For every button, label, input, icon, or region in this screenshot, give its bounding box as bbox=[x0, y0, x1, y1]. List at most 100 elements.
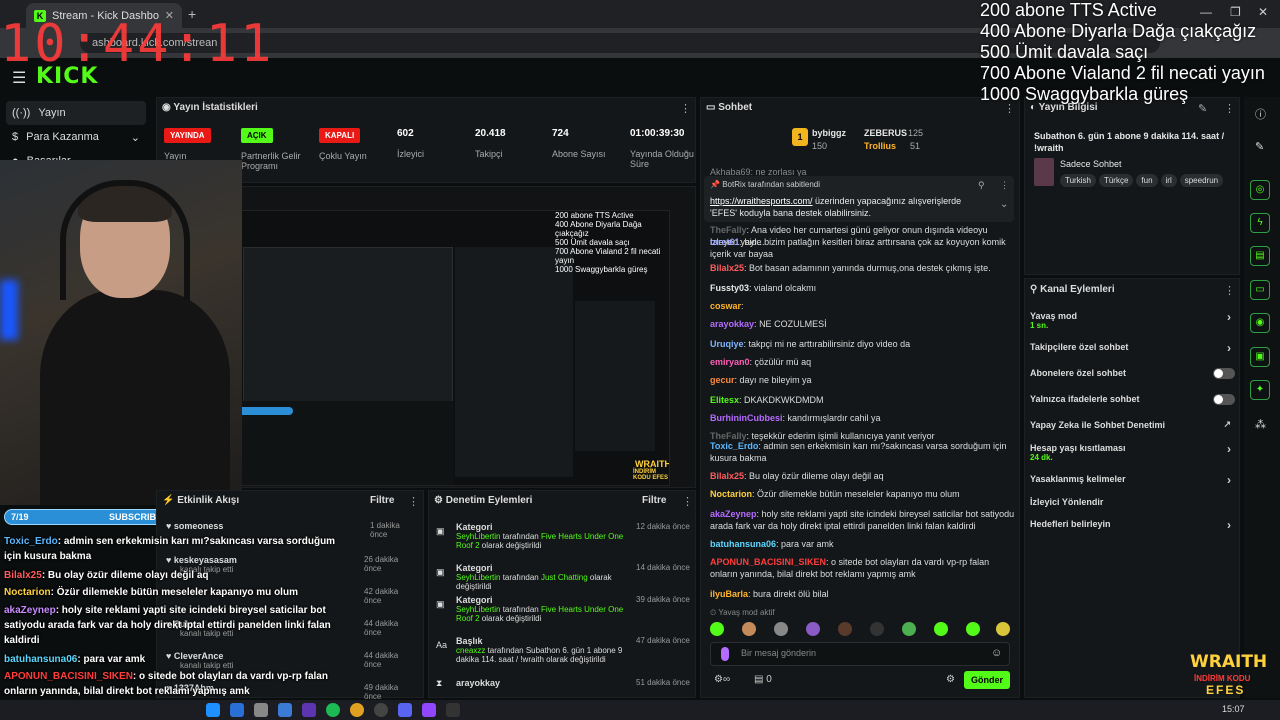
chevron-down-icon[interactable]: ⌄ bbox=[1000, 199, 1008, 210]
sidebar-item-label: Yayın bbox=[38, 107, 66, 119]
wrench-icon[interactable]: ✦ bbox=[1250, 380, 1270, 400]
chat-username[interactable]: Fussty03 bbox=[710, 283, 749, 293]
emote-icon[interactable] bbox=[838, 622, 852, 636]
chat-settings-icon[interactable]: ⚙ bbox=[946, 674, 955, 685]
category-icon: ▣ bbox=[436, 599, 445, 609]
tag[interactable]: fun bbox=[1136, 174, 1158, 187]
category-name: Sadece Sohbet bbox=[1060, 159, 1122, 169]
add-widget-icon[interactable]: ⁂ bbox=[1255, 418, 1266, 431]
window-icon[interactable]: ▣ bbox=[1250, 347, 1270, 367]
pinned-link[interactable]: https://wraithesports.com/ bbox=[710, 196, 813, 206]
emote-icon[interactable] bbox=[902, 622, 916, 636]
discord-icon[interactable] bbox=[398, 703, 412, 717]
channel-actions-title: ⚲ Kanal Eylemleri bbox=[1030, 284, 1115, 295]
action-goals[interactable]: Hedefleri belirleyin › bbox=[1030, 518, 1235, 532]
activity-menu-icon[interactable]: ⋮ bbox=[408, 495, 419, 508]
moderation-filter-button[interactable]: Filtre bbox=[642, 495, 666, 506]
emoji-icon[interactable]: ☺ bbox=[991, 647, 1002, 659]
emote-icon[interactable] bbox=[934, 622, 948, 636]
windows-start-icon[interactable] bbox=[206, 703, 220, 717]
app-icon[interactable] bbox=[278, 703, 292, 717]
pencil-icon[interactable]: ✎ bbox=[1255, 140, 1264, 153]
obs-icon[interactable] bbox=[374, 703, 388, 717]
chat-text: DKAKDKWKDMDM bbox=[744, 395, 824, 405]
action-emotes-only[interactable]: Yalnızca ifadelerle sohbet bbox=[1030, 394, 1235, 405]
spotify-icon[interactable] bbox=[326, 703, 340, 717]
preview-goal: 700 Abone Vialand 2 fil necati yayın bbox=[555, 247, 661, 265]
broadcast-icon[interactable]: ◉ bbox=[1250, 313, 1270, 333]
chrome-icon[interactable] bbox=[350, 703, 364, 717]
emote-icon[interactable] bbox=[996, 622, 1010, 636]
top-gifter-count: 51 bbox=[910, 141, 921, 151]
app-icon[interactable] bbox=[422, 703, 436, 717]
chat-username[interactable]: gecur bbox=[710, 375, 735, 385]
pinned-menu-icon[interactable]: ⋮ bbox=[1000, 180, 1009, 191]
chat-username[interactable]: Bilalx25 bbox=[710, 263, 744, 273]
chat-tools-icon[interactable]: ⚙∞ bbox=[714, 674, 730, 685]
chat-username[interactable]: ilyuBarla bbox=[710, 589, 748, 599]
chat-username[interactable]: APONUN_BACISINI_SIKEN bbox=[710, 557, 826, 567]
chat-username[interactable]: taret61 bbox=[710, 237, 740, 247]
action-raid[interactable]: İzleyici Yönlendir bbox=[1030, 497, 1235, 507]
chat-username[interactable]: emiryan0 bbox=[710, 357, 750, 367]
lightning-icon[interactable]: ϟ bbox=[1250, 213, 1270, 233]
edge-icon[interactable] bbox=[230, 703, 244, 717]
wraith-brand-code: EFES bbox=[1206, 683, 1246, 697]
chat-bubble-icon[interactable]: ▭ bbox=[1250, 280, 1270, 300]
activity-filter-button[interactable]: Filtre bbox=[370, 495, 394, 506]
chat-input[interactable]: Bir mesaj gönderin ☺ bbox=[710, 642, 1010, 666]
sidebar-item-yayin[interactable]: ((·)) Yayın bbox=[6, 101, 146, 125]
channel-actions-menu-icon[interactable]: ⋮ bbox=[1224, 284, 1235, 297]
action-account-age[interactable]: Hesap yaşı kısıtlaması 24 dk. › bbox=[1030, 442, 1235, 462]
chat-username[interactable]: BurhininCubbesi bbox=[710, 413, 783, 423]
action-followers-only[interactable]: Takipçilere özel sohbet › bbox=[1030, 341, 1235, 355]
camera-icon[interactable]: ◎ bbox=[1250, 180, 1270, 200]
info-icon[interactable]: ⓘ bbox=[1255, 106, 1266, 122]
emote-icon[interactable] bbox=[774, 622, 788, 636]
sidebar-item-para-kazanma[interactable]: $ Para Kazanma ⌄ bbox=[6, 125, 146, 149]
preview-nested-actions bbox=[575, 301, 655, 451]
tag[interactable]: Türkçe bbox=[1098, 174, 1134, 187]
emote-icon[interactable] bbox=[870, 622, 884, 636]
emotes-only-toggle[interactable] bbox=[1213, 394, 1235, 405]
chat-username[interactable]: akaZeynep bbox=[710, 509, 757, 519]
chat-username[interactable]: TheFally bbox=[710, 225, 747, 235]
points-icon: ▤ 0 bbox=[754, 674, 772, 685]
action-subscribers-only[interactable]: Abonelere özel sohbet bbox=[1030, 368, 1235, 379]
tag[interactable]: irl bbox=[1160, 174, 1177, 187]
chat-username[interactable]: Elitesx bbox=[710, 395, 739, 405]
chat-username[interactable]: Toxic_Erdo bbox=[710, 441, 758, 451]
chat-username[interactable]: batuhansuna06 bbox=[710, 539, 776, 549]
stat-value: 01:00:39:30 bbox=[630, 128, 685, 139]
chat-username[interactable]: coswar bbox=[710, 301, 741, 311]
moderation-menu-icon[interactable]: ⋮ bbox=[682, 495, 693, 508]
action-slow-mode[interactable]: Yavaş mod 1 sn. › bbox=[1030, 310, 1235, 330]
subscribers-only-toggle[interactable] bbox=[1213, 368, 1235, 379]
emote-icon[interactable] bbox=[966, 622, 980, 636]
chat-username[interactable]: Noctarion bbox=[710, 489, 752, 499]
action-ai-moderation[interactable]: Yapay Zeka ile Sohbet Denetimi ↗ bbox=[1030, 419, 1235, 430]
app-icon[interactable] bbox=[302, 703, 316, 717]
app-icon[interactable] bbox=[446, 703, 460, 717]
chat-username[interactable]: Uruqiye bbox=[710, 339, 744, 349]
clipboard-icon[interactable]: ▤ bbox=[1250, 246, 1270, 266]
explorer-icon[interactable] bbox=[254, 703, 268, 717]
tag[interactable]: speedrun bbox=[1179, 174, 1224, 187]
moderation-title: ⚙ Denetim Eylemleri bbox=[434, 495, 533, 506]
send-button[interactable]: Gönder bbox=[964, 671, 1010, 689]
overlay-chat-message: akaZeynep: holy site reklami yapti site … bbox=[4, 603, 344, 648]
chat-message: BurhininCubbesi: kandırmışlardır cahil y… bbox=[710, 413, 881, 423]
mic-icon[interactable] bbox=[721, 647, 729, 661]
emote-icon[interactable] bbox=[710, 622, 724, 636]
chat-username[interactable]: arayokkay bbox=[710, 319, 754, 329]
action-banned-words[interactable]: Yasaklanmış kelimeler › bbox=[1030, 473, 1235, 487]
slow-mode-notice: ⏲ Yavaş mod aktif bbox=[710, 608, 775, 617]
emote-icon[interactable] bbox=[742, 622, 756, 636]
emote-icon[interactable] bbox=[806, 622, 820, 636]
pin-icon[interactable]: ⚲ bbox=[978, 180, 985, 191]
tag[interactable]: Turkish bbox=[1060, 174, 1096, 187]
chat-username[interactable]: Bilalx25 bbox=[710, 471, 744, 481]
stream-preview: 200 abone TTS Active 400 Abone Diyarla D… bbox=[182, 210, 670, 486]
stats-menu-icon[interactable]: ⋮ bbox=[680, 102, 691, 115]
chat-input-placeholder: Bir mesaj gönderin bbox=[741, 648, 817, 658]
